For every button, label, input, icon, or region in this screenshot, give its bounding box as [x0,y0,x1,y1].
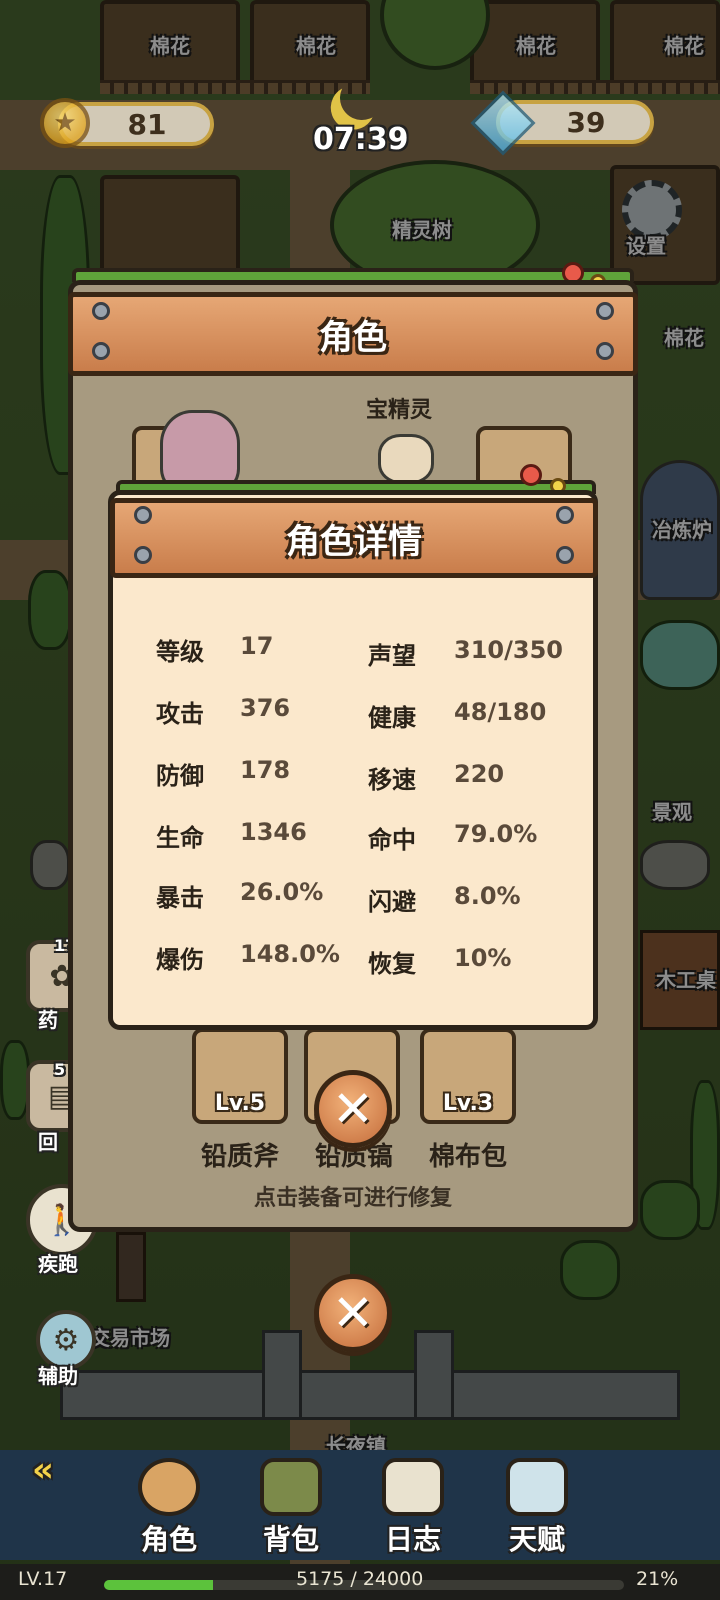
tab-talent-label: 天赋 [508,1523,565,1556]
stat-label-health: 健康 [368,704,416,732]
bottom-nav: « 角色 背包 日志 天赋 LV.17 5175 / 24000 21% [0,1400,720,1600]
recycle-count: 5 [54,1060,66,1079]
gear-small-icon: ⚙ [52,1322,80,1358]
screw-icon [556,546,574,564]
equipment-level: Lv.5 [214,1091,266,1116]
tab-backpack[interactable]: 背包 [236,1458,346,1558]
stat-label-attack: 攻击 [156,700,204,728]
stat-label-level: 等级 [156,638,204,666]
stat-label-defense: 防御 [156,762,204,790]
stat-label-recovery: 恢复 [368,950,416,978]
xp-progress: 5175 / 24000 [296,1568,424,1590]
stat-value-health: 48/180 [454,698,547,726]
equipment-slot-axe[interactable]: Lv.5 [192,1028,288,1124]
character-panel-title: 角色 [319,317,387,358]
stat-label-crit: 暴击 [156,884,204,912]
character-icon [138,1458,200,1516]
screw-icon [134,546,152,564]
stat-value-recovery: 10% [454,944,512,972]
tab-journal-label: 日志 [384,1523,441,1556]
stat-label-speed: 移速 [368,766,416,794]
stat-value-reputation: 310/350 [454,636,563,664]
stat-label-dodge: 闪避 [368,888,416,916]
coin-icon: ★ [40,98,90,148]
gem-count: 39 [566,105,606,139]
equipment-name: 棉布包 [428,1142,507,1172]
stat-value-speed: 220 [454,760,505,788]
close-icon: ✕ [332,1080,374,1138]
close-detail-button[interactable]: ✕ [314,1070,392,1148]
tab-journal[interactable]: 日志 [358,1458,468,1558]
equipment-name: 铅质斧 [200,1142,279,1172]
stat-label-hp: 生命 [156,824,204,852]
clock: 07:39 [313,122,409,157]
close-icon: ✕ [332,1284,374,1342]
assist-label[interactable]: 辅助 [38,1360,78,1389]
equipment-level: Lv.3 [442,1091,494,1116]
talent-icon [506,1458,568,1516]
stat-value-hp: 1346 [240,818,307,846]
journal-icon [382,1458,444,1516]
screw-icon [134,506,152,524]
character-panel-header: 角色 [68,292,638,376]
stat-label-hit: 命中 [368,826,416,854]
sprint-label[interactable]: 疾跑 [38,1248,78,1277]
screw-icon [556,506,574,524]
herb-label: 药 [38,1008,58,1032]
xp-percent: 21% [636,1568,679,1590]
stat-value-attack: 376 [240,694,291,722]
xp-bar: LV.17 5175 / 24000 21% [0,1564,720,1600]
screw-icon [92,342,110,360]
screw-icon [92,302,110,320]
stat-value-defense: 178 [240,756,291,784]
backpack-icon [260,1458,322,1516]
tab-character[interactable]: 角色 [114,1458,224,1558]
close-character-button[interactable]: ✕ [314,1274,392,1352]
stat-value-hit: 79.0% [454,820,538,848]
coin-count: 81 [127,107,167,141]
flower-decoration [520,464,542,486]
stat-label-crit-damage: 爆伤 [156,946,204,974]
player-level: LV.17 [18,1568,68,1590]
collapse-arrow-icon[interactable]: « [32,1450,54,1490]
pet-spirit-icon [378,434,434,484]
stat-label-reputation: 声望 [368,642,416,670]
character-detail-title: 角色详情 [286,521,422,562]
tab-backpack-label: 背包 [262,1523,319,1556]
stat-value-dodge: 8.0% [454,882,521,910]
stat-value-crit-damage: 148.0% [240,940,340,968]
screw-icon [596,342,614,360]
character-detail-header: 角色详情 [110,498,598,578]
pet-name: 宝精灵 [366,398,433,423]
equipment-slot-bag[interactable]: Lv.3 [420,1028,516,1124]
screw-icon [596,302,614,320]
repair-hint: 点击装备可进行修复 [253,1186,452,1211]
tab-talent[interactable]: 天赋 [482,1458,592,1558]
xp-fill [104,1580,214,1590]
tab-character-label: 角色 [140,1523,197,1556]
stat-value-level: 17 [240,632,274,660]
stat-value-crit: 26.0% [240,878,324,906]
recycle-label: 回 [38,1130,58,1154]
